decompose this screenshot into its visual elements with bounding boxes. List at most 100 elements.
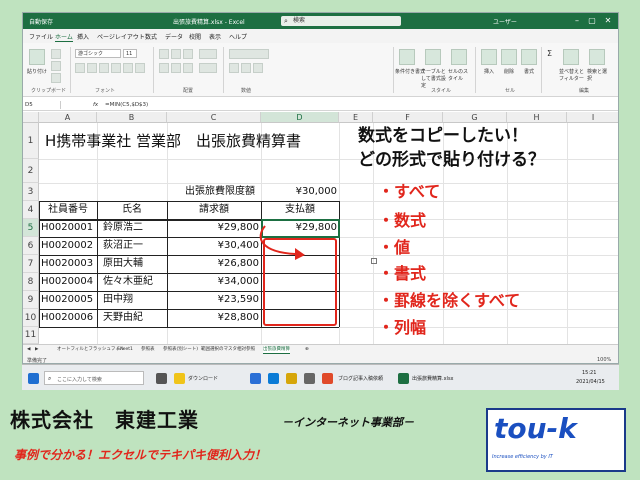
- row-header-4[interactable]: 4: [23, 201, 39, 219]
- limit-label[interactable]: 出張旅費限度額: [185, 183, 255, 201]
- sheet-nav-next-icon[interactable]: ▶: [35, 346, 38, 354]
- clock-time[interactable]: 15:21: [582, 370, 596, 376]
- paste-button-label[interactable]: 貼り付け: [27, 68, 47, 75]
- row-header-3[interactable]: 3: [23, 183, 39, 201]
- italic-icon[interactable]: [87, 63, 97, 73]
- mail-icon[interactable]: [250, 373, 261, 384]
- minimize-icon[interactable]: –: [571, 15, 583, 27]
- format-as-table-icon[interactable]: [425, 49, 441, 65]
- employee-id[interactable]: H0020002: [41, 237, 93, 255]
- select-all-corner[interactable]: [23, 112, 39, 123]
- cell-styles-icon[interactable]: [451, 49, 467, 65]
- header-name[interactable]: 氏名: [97, 201, 167, 219]
- format-painter-icon[interactable]: [51, 73, 61, 83]
- percent-icon[interactable]: [241, 63, 251, 73]
- search-input[interactable]: ⌕ 検索: [281, 16, 401, 26]
- wrap-text-icon[interactable]: [199, 49, 217, 59]
- align-top-icon[interactable]: [159, 49, 169, 59]
- header-claim[interactable]: 請求額: [167, 201, 261, 219]
- column-header-e[interactable]: E: [339, 112, 373, 123]
- employee-id[interactable]: H0020005: [41, 291, 93, 309]
- taskbar-item-blog[interactable]: ブログ記事入稿依頼: [338, 375, 383, 382]
- format-cells-icon[interactable]: [521, 49, 537, 65]
- sheet-tab-reference-other[interactable]: 参照表(別シート): [163, 346, 198, 354]
- start-icon[interactable]: [28, 373, 39, 384]
- delete-cells-label[interactable]: 削除: [504, 68, 514, 75]
- tab-formulas[interactable]: 数式: [145, 32, 157, 41]
- tab-view[interactable]: 表示: [209, 32, 221, 41]
- claim-amount[interactable]: ¥26,800: [167, 255, 259, 273]
- comma-icon[interactable]: [253, 63, 263, 73]
- find-select-label[interactable]: 検索と選択: [587, 68, 611, 82]
- align-middle-icon[interactable]: [171, 49, 181, 59]
- employee-name[interactable]: 天野由紀: [103, 309, 143, 327]
- header-paid[interactable]: 支払額: [261, 201, 339, 219]
- currency-icon[interactable]: [229, 63, 239, 73]
- align-bottom-icon[interactable]: [183, 49, 193, 59]
- row-header-6[interactable]: 6: [23, 237, 39, 255]
- tab-data[interactable]: データ: [165, 32, 183, 41]
- font-name-box[interactable]: 游ゴシック: [75, 49, 121, 58]
- paste-icon[interactable]: [29, 49, 45, 65]
- sort-filter-icon[interactable]: [563, 49, 579, 65]
- cut-icon[interactable]: [51, 49, 61, 59]
- border-icon[interactable]: [111, 63, 121, 73]
- align-left-icon[interactable]: [159, 63, 169, 73]
- row-header-5[interactable]: 5: [23, 219, 39, 237]
- maximize-icon[interactable]: ▢: [586, 15, 598, 27]
- sheet-tab-relative-ref[interactable]: 相対参照: [237, 346, 255, 354]
- chrome-icon[interactable]: [322, 373, 333, 384]
- copy-icon[interactable]: [51, 61, 61, 71]
- column-header-g[interactable]: G: [443, 112, 507, 123]
- autosum-icon[interactable]: Σ: [547, 49, 552, 58]
- column-header-b[interactable]: B: [97, 112, 167, 123]
- insert-cells-label[interactable]: 挿入: [484, 68, 494, 75]
- claim-amount[interactable]: ¥30,400: [167, 237, 259, 255]
- sheet-tab-reference[interactable]: 参照表: [141, 346, 155, 354]
- header-employee-id[interactable]: 社員番号: [39, 201, 97, 219]
- employee-name[interactable]: 原田大輔: [103, 255, 143, 273]
- file-explorer-icon[interactable]: [174, 373, 185, 384]
- column-header-i[interactable]: I: [567, 112, 618, 123]
- formula-input[interactable]: =MIN(C5,$D$3): [105, 101, 148, 109]
- row-header-10[interactable]: 10: [23, 309, 39, 327]
- add-sheet-icon[interactable]: ⊕: [305, 346, 309, 354]
- column-header-a[interactable]: A: [39, 112, 97, 123]
- name-box[interactable]: D5: [25, 101, 61, 109]
- underline-icon[interactable]: [99, 63, 109, 73]
- cell-styles-label[interactable]: セルのスタイル: [448, 68, 472, 82]
- column-header-c[interactable]: C: [167, 112, 261, 123]
- tab-insert[interactable]: 挿入: [77, 32, 89, 41]
- conditional-format-icon[interactable]: [399, 49, 415, 65]
- find-select-icon[interactable]: [589, 49, 605, 65]
- claim-amount[interactable]: ¥34,000: [167, 273, 259, 291]
- zoom-level[interactable]: 100%: [597, 357, 611, 363]
- align-right-icon[interactable]: [183, 63, 193, 73]
- fill-color-icon[interactable]: [123, 63, 133, 73]
- sheet-tab-range-master[interactable]: 範囲選択のマスタ: [201, 346, 237, 354]
- employee-name[interactable]: 鈴原浩二: [103, 219, 143, 237]
- sheet-nav-prev-icon[interactable]: ◀: [27, 346, 30, 354]
- limit-value[interactable]: ¥30,000: [289, 183, 337, 201]
- store-icon[interactable]: [286, 373, 297, 384]
- employee-name[interactable]: 佐々木亜紀: [103, 273, 153, 291]
- sheet-tab-autofill[interactable]: オートフィルとフラッシュフィル: [57, 346, 124, 354]
- align-center-icon[interactable]: [171, 63, 181, 73]
- sheet-tab-sheet1[interactable]: Sheet1: [117, 346, 133, 354]
- merge-center-icon[interactable]: [199, 63, 217, 73]
- row-header-7[interactable]: 7: [23, 255, 39, 273]
- employee-name[interactable]: 荻沼正一: [103, 237, 143, 255]
- autosave-label[interactable]: 自動保存: [29, 17, 53, 26]
- delete-cells-icon[interactable]: [501, 49, 517, 65]
- column-header-f[interactable]: F: [373, 112, 443, 123]
- employee-name[interactable]: 田中翔: [103, 291, 133, 309]
- claim-amount[interactable]: ¥29,800: [167, 219, 259, 237]
- sheet-title[interactable]: H携帯事業社 営業部 出張旅費精算書: [45, 132, 301, 150]
- user-name[interactable]: ユーザー: [493, 17, 517, 26]
- format-as-table-label[interactable]: テーブルとして書式設定: [421, 68, 449, 89]
- edge-icon[interactable]: [268, 373, 279, 384]
- clock-date[interactable]: 2021/04/15: [576, 379, 605, 385]
- tab-page-layout[interactable]: ページレイアウト: [97, 32, 145, 41]
- tab-file[interactable]: ファイル: [29, 32, 53, 41]
- employee-id[interactable]: H0020006: [41, 309, 93, 327]
